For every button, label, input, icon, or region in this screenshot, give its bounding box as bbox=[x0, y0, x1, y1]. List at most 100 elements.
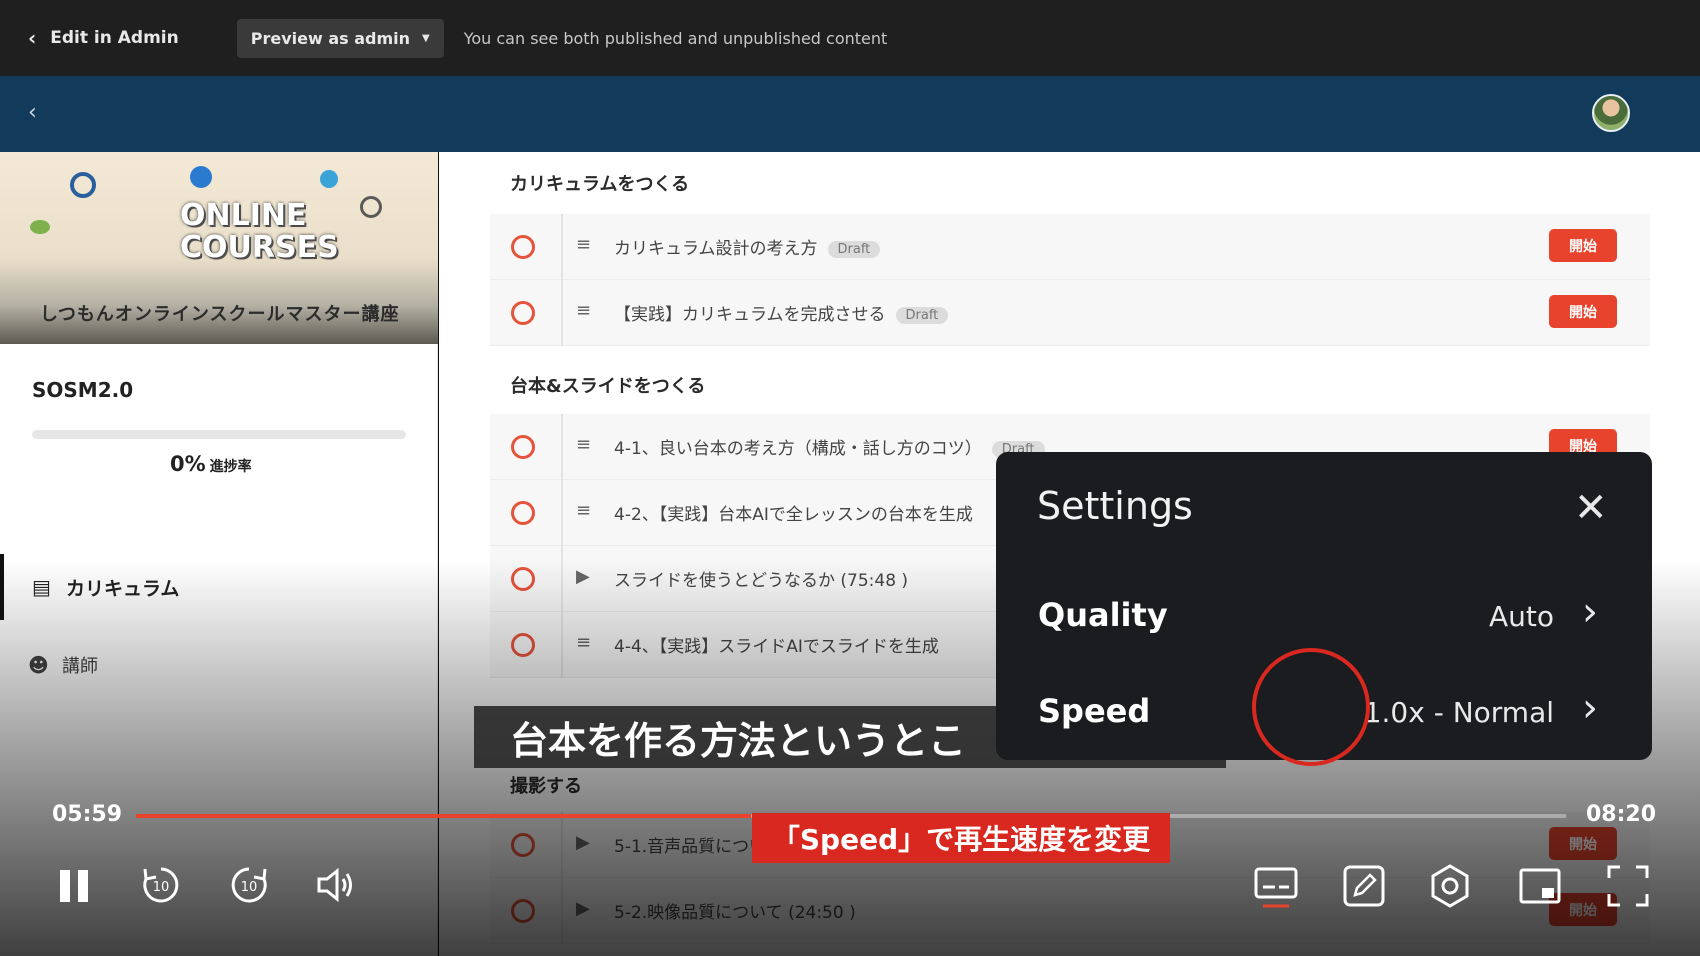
course-progress-text: 0% 進捗率 bbox=[170, 452, 252, 476]
lesson-title: 4-4、【実践】スライドAIでスライドを生成 bbox=[614, 637, 939, 657]
quality-value: Auto bbox=[1488, 600, 1554, 633]
settings-title: Settings bbox=[1037, 484, 1193, 528]
user-avatar[interactable] bbox=[1592, 94, 1630, 132]
volume-icon bbox=[317, 867, 352, 903]
pause-icon bbox=[60, 870, 88, 902]
lesson-row[interactable]: ▶ 5-2.映像品質について (24:50 ) 開始 bbox=[490, 878, 1650, 944]
course-title: SOSM2.0 bbox=[32, 378, 134, 402]
progress-value: 0% bbox=[170, 452, 206, 476]
gear-icon bbox=[1431, 864, 1469, 908]
text-lesson-icon: ≡ bbox=[576, 500, 592, 521]
text-lesson-icon: ≡ bbox=[576, 234, 592, 255]
chevron-right-icon: › bbox=[1582, 685, 1598, 731]
banner-title-line2: COURSES bbox=[180, 230, 339, 265]
rewind-icon: 10 bbox=[143, 867, 179, 903]
highlight-ring bbox=[1252, 648, 1370, 766]
rewind-seconds: 10 bbox=[153, 880, 170, 895]
course-progress-bar bbox=[32, 430, 406, 439]
quality-label: Quality bbox=[1038, 596, 1168, 634]
start-button[interactable]: 開始 bbox=[1549, 827, 1617, 860]
section-title: 撮影する bbox=[510, 776, 582, 797]
chevron-left-icon: ‹ bbox=[28, 26, 37, 50]
edit-in-admin-label: Edit in Admin bbox=[50, 28, 179, 48]
notes-button[interactable] bbox=[1340, 862, 1388, 910]
banner-subtitle: しつもんオンラインスクールマスター講座 bbox=[40, 304, 400, 325]
back-chevron-icon[interactable]: ‹ bbox=[28, 100, 37, 125]
close-icon[interactable]: ✕ bbox=[1574, 488, 1608, 528]
lesson-title: カリキュラム設計の考え方 bbox=[614, 239, 818, 259]
draft-badge: Draft bbox=[895, 306, 949, 324]
lesson-row[interactable]: ≡ 【実践】カリキュラムを完成させる Draft 開始 bbox=[490, 280, 1650, 346]
course-sidebar: ONLINE COURSES しつもんオンラインスクールマスター講座 SOSM2… bbox=[0, 152, 438, 956]
text-lesson-icon: ≡ bbox=[576, 632, 592, 653]
quality-setting-row[interactable]: Quality Auto › bbox=[996, 574, 1652, 654]
video-lesson-icon: ▶ bbox=[576, 898, 590, 919]
lesson-status-circle-icon bbox=[511, 435, 535, 459]
captions-button[interactable] bbox=[1252, 862, 1300, 910]
monitor-icon bbox=[360, 196, 382, 218]
fullscreen-button[interactable] bbox=[1604, 862, 1652, 910]
fullscreen-icon bbox=[1607, 865, 1649, 907]
volume-button[interactable] bbox=[312, 862, 358, 908]
lesson-title: 4-1、良い台本の考え方（構成・話し方のコツ） bbox=[614, 439, 982, 459]
lesson-status-circle-icon bbox=[511, 899, 535, 923]
pip-icon bbox=[1519, 868, 1561, 904]
video-lesson-icon: ▶ bbox=[576, 566, 590, 587]
text-lesson-icon: ≡ bbox=[576, 434, 592, 455]
text-lesson-icon: ≡ bbox=[576, 300, 592, 321]
start-button[interactable]: 開始 bbox=[1549, 295, 1617, 328]
forward-seconds: 10 bbox=[241, 880, 258, 895]
leaf-icon bbox=[30, 220, 50, 234]
network-icon bbox=[320, 170, 338, 188]
forward-icon: 10 bbox=[231, 867, 267, 903]
lesson-row[interactable]: ≡ カリキュラム設計の考え方 Draft 開始 bbox=[490, 214, 1650, 280]
globe-icon bbox=[190, 166, 212, 188]
preview-label: Preview as admin bbox=[250, 28, 411, 48]
captions-icon bbox=[1254, 867, 1298, 908]
seek-bar-played bbox=[136, 814, 751, 818]
current-time: 05:59 bbox=[52, 802, 123, 827]
pencil-icon bbox=[1343, 865, 1385, 907]
lesson-title: 【実践】カリキュラムを完成させる bbox=[614, 305, 886, 325]
speed-value: 1.0x - Normal bbox=[1363, 696, 1554, 729]
edit-in-admin-link[interactable]: ‹ Edit in Admin bbox=[28, 26, 179, 50]
picture-in-picture-button[interactable] bbox=[1516, 862, 1564, 910]
start-button[interactable]: 開始 bbox=[1549, 229, 1617, 262]
settings-button[interactable] bbox=[1426, 862, 1474, 910]
rewind-10-button[interactable]: 10 bbox=[138, 862, 184, 908]
lesson-status-circle-icon bbox=[511, 501, 535, 525]
caret-down-icon: ▼ bbox=[422, 32, 430, 44]
course-banner-image: ONLINE COURSES しつもんオンラインスクールマスター講座 bbox=[0, 152, 438, 344]
section-title: カリキュラムをつくる bbox=[510, 174, 690, 195]
lesson-title: 4-2、【実践】台本AIで全レッスンの台本を生成 bbox=[614, 505, 973, 525]
admin-note: You can see both published and unpublish… bbox=[463, 28, 888, 48]
sidebar-item-curriculum[interactable]: ▤ カリキュラム bbox=[0, 554, 438, 620]
duration: 08:20 bbox=[1586, 802, 1657, 827]
sidebar-item-instructor[interactable]: ☻ 講師 bbox=[0, 632, 438, 698]
person-icon: ☻ bbox=[28, 653, 49, 677]
pause-button[interactable] bbox=[52, 864, 96, 908]
lesson-title: スライドを使うとどうなるか (75:48 ) bbox=[614, 571, 909, 591]
lesson-status-circle-icon bbox=[511, 633, 535, 657]
course-header-bar: ‹ bbox=[0, 76, 1700, 152]
sidebar-item-label: カリキュラム bbox=[66, 577, 180, 600]
section-title: 台本&スライドをつくる bbox=[510, 376, 706, 397]
draft-badge: Draft bbox=[827, 240, 881, 258]
lesson-status-circle-icon bbox=[511, 567, 535, 591]
video-lesson-icon: ▶ bbox=[576, 832, 590, 853]
magnifier-icon bbox=[70, 172, 96, 198]
preview-as-admin-dropdown[interactable]: Preview as admin ▼ bbox=[236, 18, 444, 58]
forward-10-button[interactable]: 10 bbox=[226, 862, 272, 908]
chevron-right-icon: › bbox=[1582, 589, 1598, 635]
lesson-status-circle-icon bbox=[511, 301, 535, 325]
annotation-caption: 「Speed」で再生速度を変更 bbox=[752, 813, 1170, 863]
admin-bar: ‹ Edit in Admin Preview as admin ▼ You c… bbox=[0, 0, 1700, 76]
speed-label: Speed bbox=[1038, 692, 1151, 730]
progress-label: 進捗率 bbox=[209, 459, 252, 475]
banner-title-line1: ONLINE bbox=[180, 198, 307, 233]
lesson-title: 5-2.映像品質について (24:50 ) bbox=[614, 903, 856, 923]
list-icon: ▤ bbox=[32, 575, 51, 599]
lesson-status-circle-icon bbox=[511, 235, 535, 259]
sidebar-item-label: 講師 bbox=[62, 656, 98, 677]
lesson-status-circle-icon bbox=[511, 833, 535, 857]
